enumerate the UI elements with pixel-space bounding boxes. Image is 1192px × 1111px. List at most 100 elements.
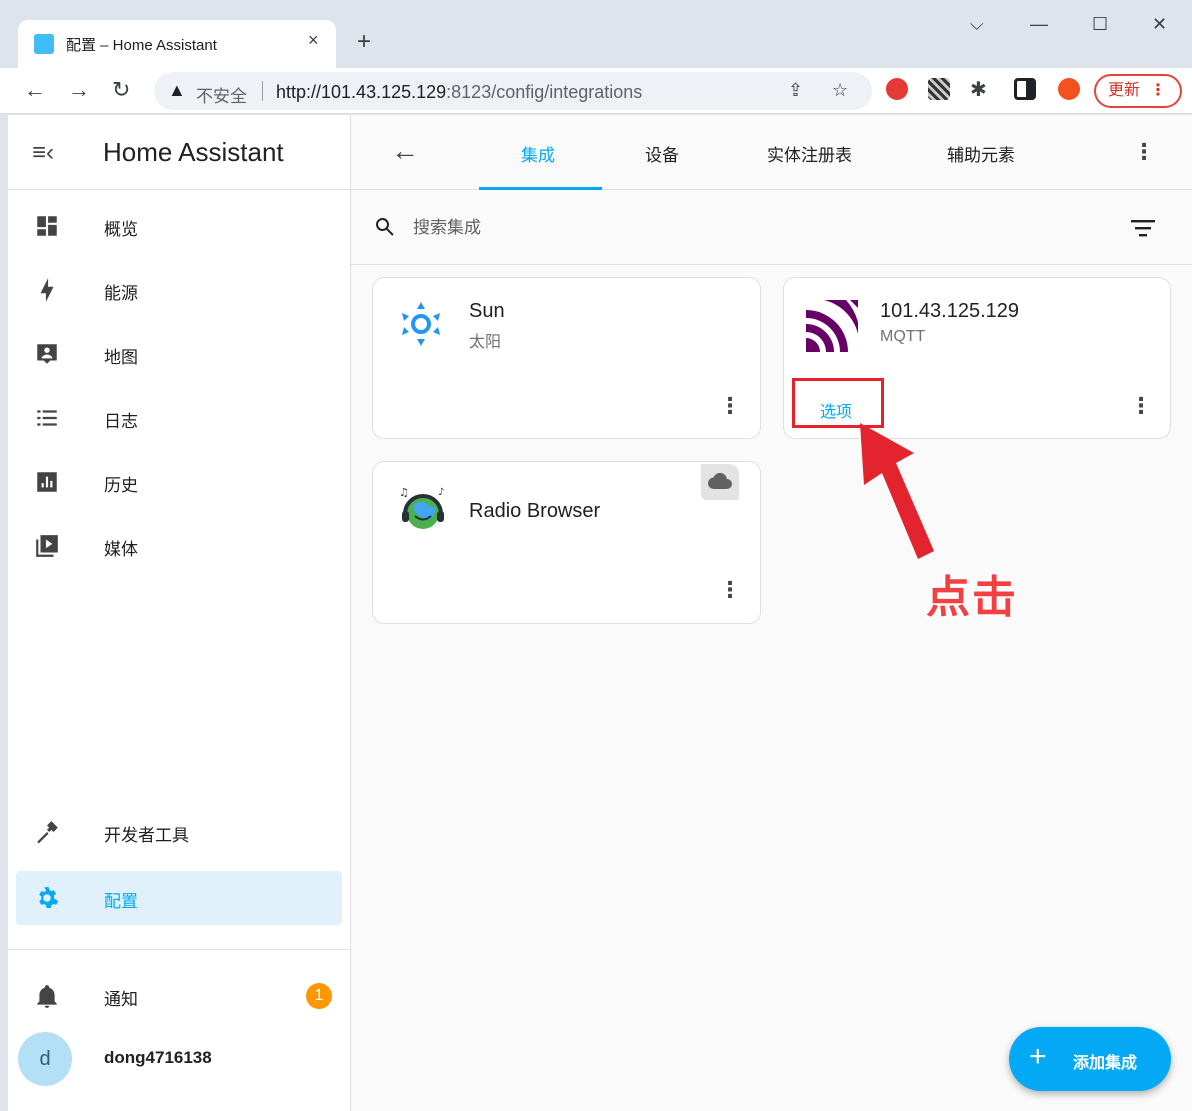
card-overflow-menu-icon[interactable]: ⋮ — [719, 395, 741, 417]
search-input[interactable] — [413, 213, 1013, 243]
sidebar-item-developer-tools[interactable]: 开发者工具 — [16, 805, 342, 859]
avatar[interactable]: d — [18, 1032, 72, 1086]
maximize-icon[interactable]: ☐ — [1092, 14, 1108, 35]
warning-icon[interactable]: ▲ — [168, 80, 186, 101]
add-integration-label: 添加集成 — [1073, 1055, 1138, 1072]
tab-search-icon[interactable]: ⌵ — [970, 14, 984, 35]
share-icon[interactable]: ⇪ — [788, 80, 803, 101]
notification-badge: 1 — [306, 983, 332, 1009]
card-overflow-menu-icon[interactable]: ⋮ — [719, 579, 741, 601]
sidebar-item-media[interactable]: 媒体 — [16, 519, 342, 573]
sidebar-item-label: 能源 — [104, 284, 138, 303]
back-arrow-icon[interactable]: ← — [24, 76, 46, 104]
sidebar-item-label: 媒体 — [104, 540, 138, 559]
close-window-icon[interactable]: ✕ — [1152, 14, 1167, 35]
integration-card-sun[interactable]: Sun 太阳 ⋮ — [372, 277, 761, 439]
browser-tab[interactable]: 配置 – Home Assistant × — [18, 20, 336, 68]
security-label[interactable]: 不安全 — [196, 82, 247, 107]
card-title: 101.43.125.129 — [880, 300, 1020, 322]
logbook-list-icon — [37, 410, 57, 426]
card-overflow-menu-icon[interactable]: ⋮ — [1130, 395, 1152, 417]
bell-icon — [37, 985, 57, 1008]
overflow-menu-icon[interactable]: ⋮ — [1133, 141, 1155, 163]
url-text[interactable]: http://101.43.125.129:8123/config/integr… — [276, 82, 642, 103]
gear-icon — [39, 887, 59, 908]
omnibox-divider — [262, 81, 263, 101]
sidebar-divider — [8, 949, 350, 950]
annotation-highlight-box — [792, 378, 884, 428]
browser-tab-title: 配置 – Home Assistant — [66, 37, 217, 54]
browser-tabstrip: 配置 – Home Assistant × + ⌵ — ☐ ✕ — [0, 0, 1192, 68]
sidebar-item-config[interactable]: 配置 — [16, 871, 342, 925]
sidebar-item-history[interactable]: 历史 — [16, 455, 342, 509]
update-label: 更新 — [1108, 82, 1141, 99]
media-play-icon — [36, 535, 58, 557]
home-assistant-app: ≡‹ Home Assistant 概览 能源 地图 日志 历史 媒体 开发者工… — [8, 115, 1192, 1111]
tab-helpers[interactable]: 辅助元素 — [947, 141, 1015, 166]
sidebar-item-label: 概览 — [104, 220, 138, 239]
username[interactable]: dong4716138 — [104, 1048, 212, 1068]
history-chart-icon — [37, 472, 57, 492]
sidebar-item-overview[interactable]: 概览 — [16, 199, 342, 253]
svg-text:♪: ♪ — [438, 487, 444, 498]
active-tab-indicator — [479, 187, 602, 190]
sidebar-item-label: 地图 — [104, 348, 138, 367]
card-subtitle: 太阳 — [469, 334, 502, 351]
sun-icon — [402, 302, 440, 346]
home-assistant-favicon-icon — [34, 34, 54, 54]
browser-toolbar: ← → ↻ ▲ 不安全 http://101.43.125.129:8123/c… — [0, 68, 1192, 114]
filter-icon[interactable] — [1131, 219, 1155, 237]
close-tab-icon[interactable]: × — [308, 30, 319, 51]
update-button[interactable]: 更新 ⋮ — [1094, 74, 1182, 108]
config-topbar: ← 集成 设备 实体注册表 辅助元素 ⋮ — [351, 115, 1192, 190]
plus-icon: + — [1029, 1040, 1047, 1073]
svg-text:♫: ♫ — [399, 486, 409, 499]
sidebar-item-label: 历史 — [104, 476, 138, 495]
sidebar-item-label: 配置 — [104, 892, 138, 911]
tab-integrations[interactable]: 集成 — [521, 141, 555, 166]
extensions-puzzle-icon[interactable]: ✱ — [970, 76, 987, 104]
annotation-text: 点击 — [926, 573, 1018, 622]
minimize-icon[interactable]: — — [1030, 14, 1048, 35]
card-title: Radio Browser — [469, 500, 601, 522]
sidebar-item-label: 日志 — [104, 412, 138, 431]
annotation-arrow-icon — [860, 423, 934, 559]
mqtt-logo-icon — [806, 300, 858, 352]
sidebar-item-map[interactable]: 地图 — [16, 327, 342, 381]
search-bar — [351, 191, 1192, 265]
profile-icon[interactable] — [1058, 78, 1080, 100]
sidebar-header: ≡‹ Home Assistant — [8, 115, 350, 190]
cloud-icon — [701, 464, 739, 500]
qr-code-icon[interactable] — [928, 78, 950, 100]
radio-browser-logo-icon: ♫ ♪ — [399, 486, 444, 529]
bookmark-star-icon[interactable]: ☆ — [832, 80, 848, 101]
address-bar[interactable]: ▲ 不安全 http://101.43.125.129:8123/config/… — [154, 72, 872, 110]
sidebar-title: Home Assistant — [103, 137, 284, 167]
main-content: ← 集成 设备 实体注册表 辅助元素 ⋮ Sun 太阳 ⋮ — [351, 115, 1192, 1111]
hammer-icon — [37, 821, 58, 844]
tab-devices[interactable]: 设备 — [645, 141, 679, 166]
browser-menu-icon[interactable]: ⋮ — [1150, 76, 1166, 106]
map-account-icon — [37, 344, 57, 364]
forward-arrow-icon[interactable]: → — [68, 76, 90, 104]
tab-entity-registry[interactable]: 实体注册表 — [767, 141, 852, 166]
side-panel-icon[interactable] — [1014, 78, 1036, 100]
reload-icon[interactable]: ↻ — [112, 76, 130, 104]
sidebar-item-energy[interactable]: 能源 — [16, 263, 342, 317]
sidebar-item-label: 通知 — [104, 990, 138, 1009]
sidebar-item-logbook[interactable]: 日志 — [16, 391, 342, 445]
lightning-bolt-icon — [40, 278, 54, 302]
integration-card-radio-browser[interactable]: ♫ ♪ Radio Browser ⋮ — [372, 461, 761, 624]
dashboard-icon — [37, 216, 57, 236]
card-subtitle: MQTT — [880, 328, 926, 345]
add-integration-button[interactable]: + 添加集成 — [1009, 1027, 1171, 1091]
sidebar-item-label: 开发者工具 — [104, 826, 189, 845]
sidebar-item-notifications[interactable]: 通知 1 — [16, 969, 342, 1023]
search-icon — [376, 218, 394, 236]
new-tab-button[interactable]: + — [357, 28, 371, 56]
adblock-plus-icon[interactable] — [886, 78, 908, 100]
back-arrow-icon[interactable]: ← — [391, 135, 419, 167]
collapse-menu-icon[interactable]: ≡‹ — [32, 139, 54, 167]
card-title: Sun — [469, 300, 505, 322]
sidebar: ≡‹ Home Assistant 概览 能源 地图 日志 历史 媒体 开发者工… — [8, 115, 351, 1111]
